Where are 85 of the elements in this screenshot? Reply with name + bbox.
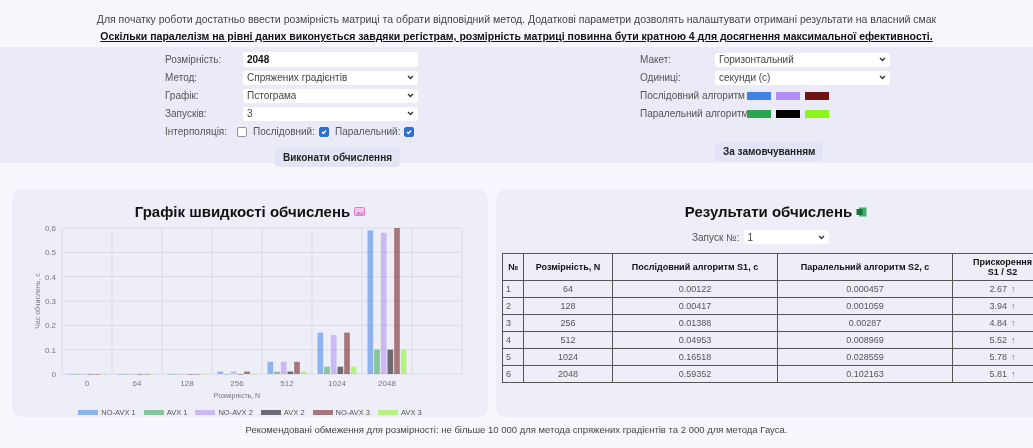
- table-cell: 0.008969: [777, 331, 953, 349]
- spreadsheet-icon: [856, 206, 868, 217]
- dropdown[interactable]: Пстограма: [243, 88, 418, 103]
- table-cell: 256: [523, 314, 613, 332]
- table-cell: 1024: [523, 348, 613, 366]
- color-swatch[interactable]: [747, 91, 771, 100]
- caret-icon: [817, 234, 825, 240]
- table-cell: 0.00122: [612, 280, 778, 298]
- caret-icon: [407, 93, 414, 98]
- column-header: Паралельний алгоритм S2, с: [777, 253, 953, 281]
- table-cell: 0.000457: [777, 280, 953, 298]
- caret-icon: [407, 111, 414, 116]
- field-label: Метод:: [165, 72, 199, 83]
- table-cell: 2: [502, 297, 524, 315]
- axis-tick-label: 0.2: [44, 321, 56, 331]
- image-icon: [354, 207, 366, 216]
- table-cell: 1: [502, 280, 524, 298]
- dropdown[interactable]: Спряжених градієнтів: [243, 70, 418, 85]
- axis-tick-label: 0.3: [44, 297, 56, 306]
- dropdown[interactable]: 1: [743, 230, 829, 244]
- default-button[interactable]: За замовчуванням: [715, 142, 824, 161]
- axis-tick-label: 0.1: [44, 345, 56, 355]
- field-label: Запусків:: [165, 108, 208, 119]
- checkbox[interactable]: [404, 126, 415, 137]
- table-cell: 0.102163: [777, 365, 953, 383]
- axis-tick-label: 512: [280, 379, 294, 388]
- field-label: Запуск №:: [692, 231, 740, 243]
- dropdown[interactable]: 3: [243, 106, 418, 121]
- color-swatch[interactable]: [747, 109, 771, 118]
- table-cell: 4: [502, 331, 524, 349]
- table-cell: 5: [502, 348, 524, 366]
- field-label: Послідовний алгоритм: [640, 90, 746, 101]
- table-cell: 0.001059: [777, 297, 953, 315]
- table-cell: 6: [502, 365, 524, 383]
- table-cell: 0.00287: [777, 314, 953, 332]
- color-swatch[interactable]: [805, 109, 829, 118]
- dropdown[interactable]: Горизонтальний: [715, 52, 890, 67]
- table-cell: 2048: [523, 365, 613, 383]
- table-cell: 64: [523, 280, 613, 298]
- axis-tick-label: 256: [230, 379, 244, 388]
- intro-text: Для початку роботи достатньо ввести розмірність матриці та обрати відповідний метод. Додаткові параметри дозволять налаштувати отримані результати на власний смак: [95, 12, 938, 25]
- axis-tick-label: 0: [51, 370, 56, 379]
- notice-text: Оскільки паралелізм на рівні даних виконується завдяки регістрам, розмірність матриці повинна бути кратною 4 для досягнення максимальної ефективності.: [99, 30, 934, 42]
- axis-tick-label: 0,6: [44, 224, 56, 233]
- checkbox-label: Паралельний:: [335, 126, 401, 137]
- dropdown[interactable]: секунди (с): [715, 70, 890, 85]
- axis-tick-label: 2048: [378, 379, 396, 388]
- column-header: №: [502, 253, 524, 281]
- table-cell: 0.00417: [612, 297, 778, 315]
- run-button[interactable]: Виконати обчислення: [275, 148, 401, 167]
- table-cell: 0.01388: [612, 314, 778, 332]
- caret-icon: [407, 75, 414, 80]
- axis-tick-label: 64: [132, 379, 142, 388]
- color-swatch[interactable]: [776, 109, 800, 118]
- field-label: Графік:: [165, 90, 200, 101]
- checkbox[interactable]: [237, 126, 247, 137]
- column-header: Розмірність, N: [523, 253, 613, 281]
- axis-tick-label: 0.5: [44, 248, 56, 258]
- field-label: Інтерполяція:: [165, 126, 229, 137]
- footer-note: Рекомендовані обмеження для розмірності: не більше 10 000 для метода спряжених градієнтів та 2 000 для метода Гауса.: [244, 424, 789, 435]
- table-cell: 128: [523, 297, 613, 315]
- table-cell: 0.028559: [777, 348, 953, 366]
- table-cell: 0.16518: [612, 348, 778, 366]
- card-title: Графік швидкості обчислень: [134, 203, 351, 220]
- axis-tick-label: 0.4: [44, 272, 56, 282]
- table-cell: 3: [502, 314, 524, 332]
- table-cell: 0.04953: [612, 331, 778, 349]
- field-label: Розмірність:: [165, 54, 223, 65]
- axis-tick-label: 0: [84, 379, 90, 388]
- column-header: Прискорення S1 / S2: [952, 253, 1033, 281]
- checkbox-label: Послідовний:: [253, 126, 315, 137]
- color-swatch[interactable]: [776, 91, 800, 100]
- table-cell: 512: [523, 331, 613, 349]
- axis-tick-label: 128: [180, 379, 194, 388]
- input-field[interactable]: 2048: [243, 52, 418, 67]
- caret-icon: [879, 57, 886, 62]
- checkbox[interactable]: [319, 126, 329, 137]
- table-cell: 0.59352: [612, 365, 778, 383]
- field-label: Одиниці:: [640, 72, 682, 83]
- caret-icon: [879, 75, 886, 80]
- card-title: Результати обчислень: [684, 203, 853, 220]
- column-header: Послідовний алгоритм S1, с: [612, 253, 778, 281]
- axis-tick-label: 1024: [328, 379, 346, 388]
- field-label: Макет:: [640, 54, 673, 65]
- color-swatch[interactable]: [805, 91, 829, 100]
